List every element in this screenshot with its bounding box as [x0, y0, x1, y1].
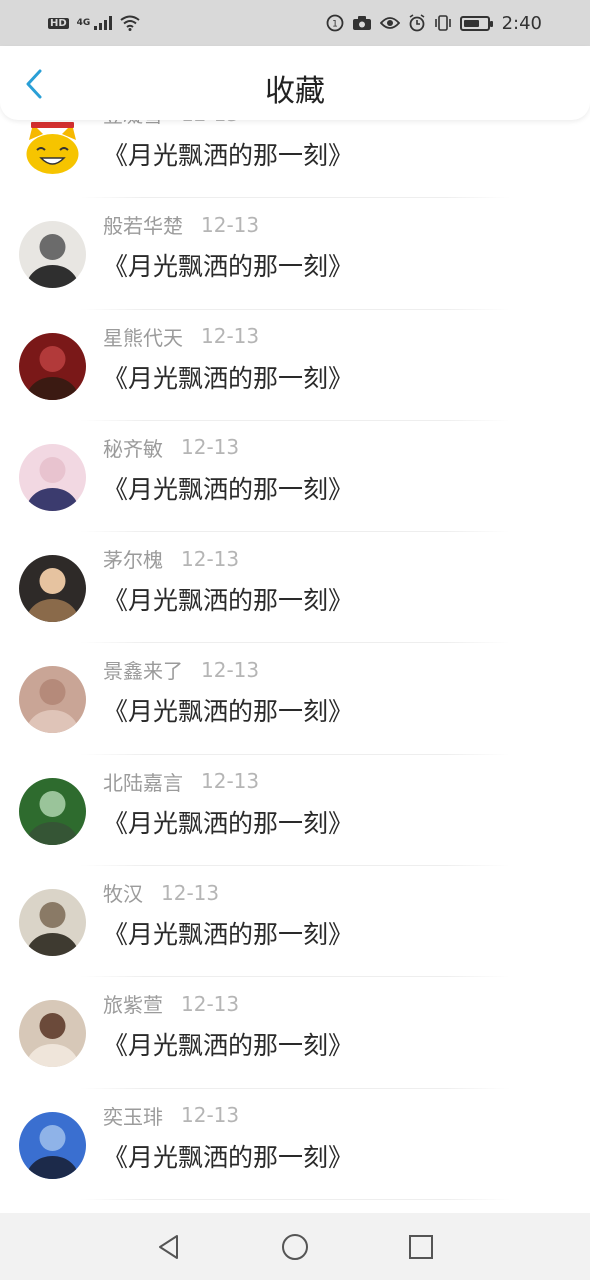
user-name: 般若华楚: [103, 214, 183, 239]
avatar[interactable]: [19, 1000, 86, 1068]
item-meta: 奕玉琲 12-13: [103, 1101, 239, 1130]
user-name: 奕玉琲: [103, 1104, 163, 1129]
item-date: 12-13: [181, 435, 240, 460]
avatar[interactable]: [19, 120, 86, 177]
item-date: 12-13: [201, 324, 260, 349]
item-title: 《月光飘洒的那一刻》: [103, 363, 354, 393]
wifi-icon: [120, 15, 140, 31]
avatar[interactable]: [19, 332, 86, 400]
item-meta: 登凝雪 12-13: [103, 120, 239, 128]
item-title: 《月光飘洒的那一刻》: [103, 808, 354, 838]
battery-icon: [459, 15, 493, 31]
item-date: 12-13: [161, 880, 220, 905]
avatar[interactable]: [19, 666, 86, 734]
favorite-item[interactable]: 牧汉 12-13 《月光飘洒的那一刻》: [0, 866, 590, 978]
camera-icon: [352, 16, 371, 30]
item-title: 《月光飘洒的那一刻》: [103, 252, 354, 282]
item-date: 12-13: [201, 769, 260, 794]
favorites-list[interactable]: 登凝雪12-13《月光飘洒的那一刻》般若华楚12-13《月光飘洒的那一刻》星熊代…: [0, 120, 590, 1213]
user-name: 北陆嘉言: [103, 770, 183, 795]
user-name: 旅紫萱: [103, 993, 163, 1018]
item-meta: 星熊代天 12-13: [103, 322, 259, 351]
svg-text:1: 1: [332, 20, 338, 30]
hd-icon: HD: [48, 17, 69, 29]
item-date: 12-13: [201, 212, 260, 237]
page-title: 收藏: [265, 74, 325, 109]
user-name: 牧汉: [103, 882, 143, 907]
alarm-icon: [409, 14, 425, 32]
avatar[interactable]: [19, 777, 86, 845]
favorite-item[interactable]: 景鑫来了 12-13 《月光飘洒的那一刻》: [0, 643, 590, 755]
nav-recents-button[interactable]: [403, 1229, 439, 1265]
favorite-item[interactable]: 秘齐敏 12-13 《月光飘洒的那一刻》: [0, 421, 590, 533]
user-name: 星熊代天: [103, 325, 183, 350]
favorite-item[interactable]: 茅尔槐 12-13 《月光飘洒的那一刻》: [0, 532, 590, 644]
item-date: 12-13: [181, 1103, 240, 1128]
battery-fill: [463, 19, 479, 27]
item-meta: 秘齐敏 12-13: [103, 433, 239, 462]
system-nav-bar: [0, 1213, 590, 1280]
sync-icon: 1: [326, 14, 343, 32]
vibrate-icon: [434, 15, 451, 31]
status-bar: HD 4G 1 2:40: [0, 0, 590, 46]
item-title: 《月光飘洒的那一刻》: [103, 1031, 354, 1061]
status-time: 2:40: [501, 12, 542, 34]
item-date: 12-13: [181, 991, 240, 1016]
avatar[interactable]: [19, 555, 86, 623]
avatar[interactable]: [19, 889, 86, 957]
recents-square-icon: [409, 1234, 433, 1259]
item-meta: 景鑫来了 12-13: [103, 655, 259, 684]
divider: [80, 1198, 510, 1200]
item-title: 《月光飘洒的那一刻》: [103, 141, 354, 170]
item-title: 《月光飘洒的那一刻》: [103, 586, 354, 616]
item-title: 《月光飘洒的那一刻》: [103, 474, 354, 504]
item-title: 《月光飘洒的那一刻》: [103, 920, 354, 950]
item-date: 12-13: [201, 657, 260, 682]
avatar[interactable]: [19, 443, 86, 511]
user-name: 秘齐敏: [103, 436, 163, 461]
app-header: 收藏: [0, 46, 590, 120]
item-meta: 茅尔槐 12-13: [103, 544, 239, 573]
nav-home-button[interactable]: [277, 1229, 313, 1265]
item-meta: 旅紫萱 12-13: [103, 989, 239, 1018]
avatar[interactable]: [19, 1111, 86, 1179]
network-type: 4G: [76, 18, 91, 28]
item-date: 12-13: [181, 546, 240, 571]
favorite-item[interactable]: 奕玉琲 12-13 《月光飘洒的那一刻》: [0, 1089, 590, 1200]
user-name: 茅尔槐: [103, 548, 163, 573]
status-right: 1 2:40: [326, 13, 542, 34]
favorite-item[interactable]: 星熊代天 12-13 《月光飘洒的那一刻》: [0, 310, 590, 421]
favorite-item[interactable]: 登凝雪 12-13 《月光飘洒的那一刻》: [0, 120, 590, 199]
item-date: 12-13: [181, 120, 239, 126]
home-circle-icon: [282, 1233, 308, 1260]
eye-icon: [379, 17, 400, 29]
nav-back-button[interactable]: [151, 1229, 187, 1265]
item-meta: 牧汉 12-13: [103, 878, 219, 907]
favorite-item[interactable]: 旅紫萱 12-13 《月光飘洒的那一刻》: [0, 977, 590, 1089]
status-left: HD 4G: [48, 15, 140, 31]
avatar[interactable]: [19, 221, 86, 289]
item-meta: 般若华楚 12-13: [103, 210, 259, 239]
user-name: 登凝雪: [103, 120, 163, 128]
favorite-item[interactable]: 般若华楚 12-13 《月光飘洒的那一刻》: [0, 198, 590, 310]
signal-icon: [94, 16, 113, 30]
item-meta: 北陆嘉言 12-13: [103, 767, 259, 796]
item-title: 《月光飘洒的那一刻》: [103, 1142, 354, 1172]
favorites-list-inner: 登凝雪12-13《月光飘洒的那一刻》般若华楚12-13《月光飘洒的那一刻》星熊代…: [0, 120, 590, 1200]
user-name: 景鑫来了: [103, 659, 183, 684]
back-triangle-icon: [159, 1234, 178, 1259]
item-title: 《月光飘洒的那一刻》: [103, 697, 354, 727]
favorite-item[interactable]: 北陆嘉言 12-13 《月光飘洒的那一刻》: [0, 755, 590, 867]
